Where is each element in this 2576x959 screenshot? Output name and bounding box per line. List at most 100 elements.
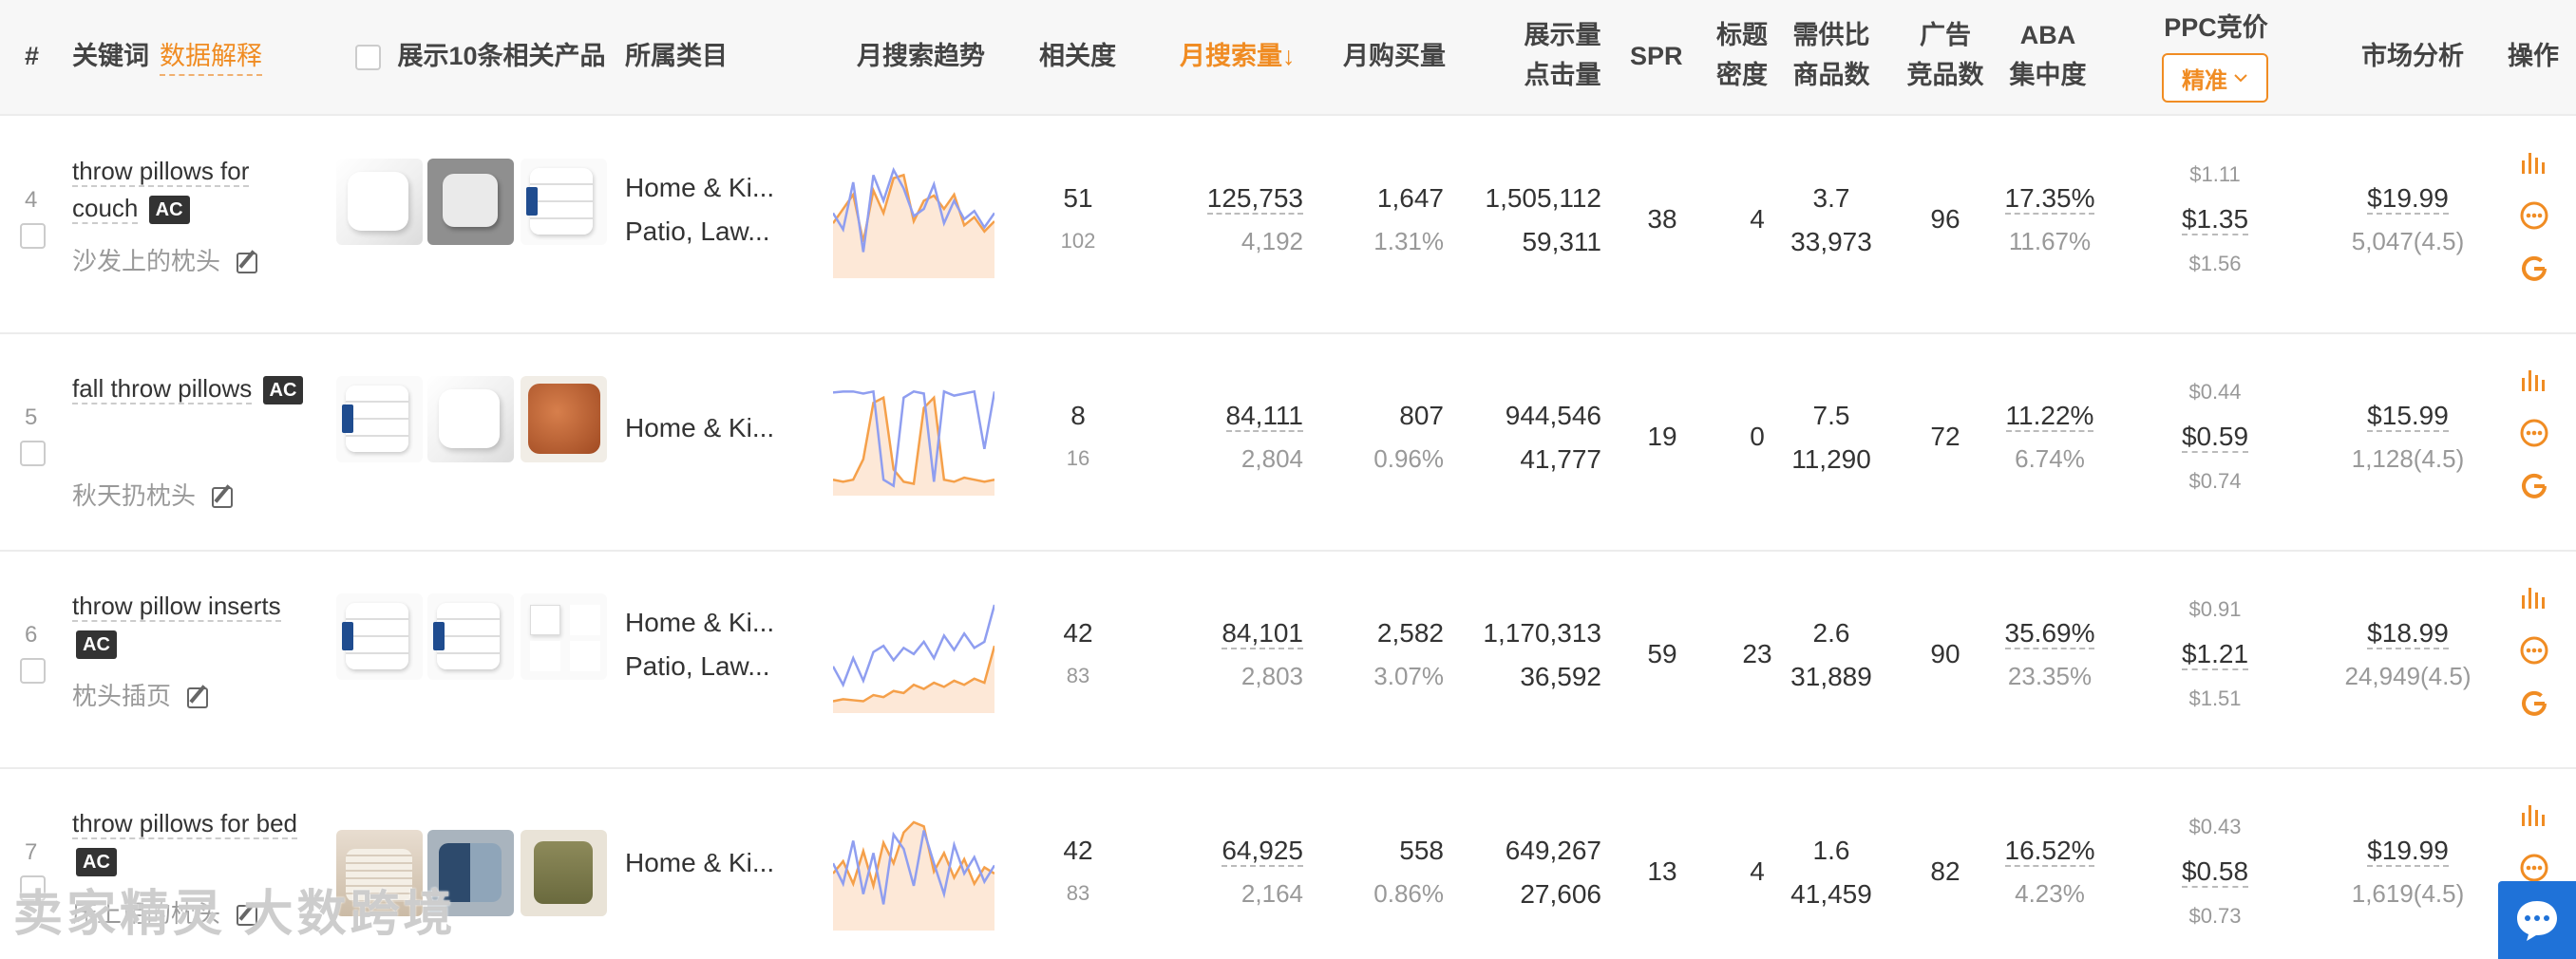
ad-products-value: 96 xyxy=(1930,204,1960,234)
row-checkbox[interactable] xyxy=(20,223,46,249)
google-icon[interactable] xyxy=(2519,688,2549,719)
edit-icon[interactable] xyxy=(237,253,258,274)
purchase-rate: 3.07% xyxy=(1373,662,1444,690)
col-aba-header[interactable]: ABA xyxy=(2008,17,2088,53)
col-ad-header[interactable]: 广告 xyxy=(1905,17,1985,53)
product-thumbnail[interactable] xyxy=(521,376,607,462)
purchase-value: 807 xyxy=(1399,401,1444,430)
search-trend-chart[interactable] xyxy=(833,382,994,496)
product-thumbnail[interactable] xyxy=(336,376,423,462)
col-concentration-header[interactable]: 集中度 xyxy=(2008,57,2088,93)
table-row: 5 fall throw pillows AC 秋天扔枕头 Home & Ki.… xyxy=(0,334,2576,552)
search-volume-value[interactable]: 84,111 xyxy=(1168,401,1303,432)
more-icon[interactable] xyxy=(2519,853,2549,883)
price-value[interactable]: $18.99 xyxy=(2318,618,2498,649)
col-impressions-header[interactable]: 展示量 xyxy=(1520,17,1605,53)
relevance-sub: 83 xyxy=(1066,664,1090,687)
purchase-value: 2,582 xyxy=(1376,618,1444,648)
ppc-mid[interactable]: $1.21 xyxy=(2158,639,2272,670)
data-explain-link[interactable]: 数据解释 xyxy=(160,38,262,76)
bar-chart-icon[interactable] xyxy=(2519,365,2549,395)
aba-value[interactable]: 16.52% xyxy=(1997,836,2103,867)
more-icon[interactable] xyxy=(2519,200,2549,231)
category-item: Home & Ki... xyxy=(625,413,775,442)
search-volume-value[interactable]: 125,753 xyxy=(1168,183,1303,215)
title-density-value: 4 xyxy=(1750,856,1765,886)
trend-area xyxy=(833,175,994,278)
row-index: 4 xyxy=(25,187,38,213)
purchase-rate: 1.31% xyxy=(1373,227,1444,255)
ac-badge: AC xyxy=(76,630,117,660)
keyword-text[interactable]: throw pillow inserts xyxy=(72,592,281,622)
ppc-mid[interactable]: $0.58 xyxy=(2158,856,2272,888)
bar-chart-icon[interactable] xyxy=(2519,582,2549,612)
aba-value[interactable]: 35.69% xyxy=(1997,618,2103,649)
aba-text: 35.69% xyxy=(2004,618,2095,649)
spr-value: 38 xyxy=(1647,204,1677,234)
price-value[interactable]: $19.99 xyxy=(2318,836,2498,867)
edit-icon[interactable] xyxy=(212,487,234,509)
product-thumbnail[interactable] xyxy=(427,593,514,680)
more-icon[interactable] xyxy=(2519,418,2549,448)
title-density-value: 23 xyxy=(1742,639,1772,668)
ppc-mid[interactable]: $0.59 xyxy=(2158,422,2272,453)
aba-value[interactable]: 17.35% xyxy=(1997,183,2103,215)
col-product-count-header[interactable]: 商品数 xyxy=(1791,57,1871,93)
relevance-sub: 102 xyxy=(1060,229,1096,253)
search-volume-text: 64,925 xyxy=(1222,836,1303,867)
col-ad-products-header[interactable]: 竞品数 xyxy=(1905,57,1985,93)
relevance-value: 51 xyxy=(1063,183,1093,213)
product-thumbnail[interactable] xyxy=(336,159,423,245)
col-relevance-header[interactable]: 相关度 xyxy=(1039,38,1116,74)
price-value[interactable]: $15.99 xyxy=(2318,401,2498,432)
search-trend-chart[interactable] xyxy=(833,164,994,278)
product-thumbnail[interactable] xyxy=(427,376,514,462)
product-thumbnail[interactable] xyxy=(427,159,514,245)
col-search-volume-header[interactable]: 月搜索量↓ xyxy=(1180,38,1296,74)
show-products-checkbox[interactable] xyxy=(355,45,381,71)
keyword-text[interactable]: throw pillows for bed xyxy=(72,809,297,839)
product-thumbnail[interactable] xyxy=(521,830,607,916)
col-title-header[interactable]: 标题 xyxy=(1714,17,1771,53)
edit-icon[interactable] xyxy=(187,687,209,709)
col-supply-demand-header[interactable]: 需供比 xyxy=(1791,17,1871,53)
aba-text: 11.22% xyxy=(2005,401,2094,432)
more-icon[interactable] xyxy=(2519,635,2549,666)
product-thumbnail[interactable] xyxy=(521,159,607,245)
aba-sub: 23.35% xyxy=(2007,662,2093,690)
google-icon[interactable] xyxy=(2519,254,2549,284)
bar-chart-icon[interactable] xyxy=(2519,147,2549,178)
ppc-mode-dropdown[interactable]: 精准 xyxy=(2162,53,2268,103)
row-checkbox[interactable] xyxy=(20,658,46,684)
row-checkbox[interactable] xyxy=(20,441,46,466)
keyword-cell[interactable]: throw pillow inserts AC xyxy=(72,588,310,662)
ppc-mid[interactable]: $1.35 xyxy=(2158,204,2272,235)
ppc-mid-text: $1.21 xyxy=(2181,639,2249,670)
price-value[interactable]: $19.99 xyxy=(2318,183,2498,215)
google-icon[interactable] xyxy=(2519,471,2549,501)
chat-button[interactable] xyxy=(2498,881,2576,959)
search-trend-chart[interactable] xyxy=(833,599,994,713)
aba-sub: 4.23% xyxy=(2015,879,2085,908)
relevance-value: 42 xyxy=(1063,836,1093,865)
show-products-label: 展示10条相关产品 xyxy=(397,42,606,70)
keyword-text[interactable]: fall throw pillows xyxy=(72,374,253,404)
aba-value[interactable]: 11.22% xyxy=(1997,401,2103,432)
product-thumbnail[interactable] xyxy=(336,593,423,680)
reviews-value: 24,949(4.5) xyxy=(2344,662,2472,690)
aba-text: 17.35% xyxy=(2004,183,2095,215)
ac-badge: AC xyxy=(148,196,190,225)
product-thumbnail[interactable] xyxy=(521,593,607,680)
keyword-cell[interactable]: throw pillows for bed AC xyxy=(72,805,310,879)
col-clicks-header[interactable]: 点击量 xyxy=(1520,57,1605,93)
keyword-cell[interactable]: throw pillows for couch AC xyxy=(72,153,310,227)
bar-chart-icon[interactable] xyxy=(2519,799,2549,830)
col-spr-header[interactable]: SPR xyxy=(1630,38,1683,74)
search-trend-chart[interactable] xyxy=(833,817,994,931)
show-products-toggle[interactable]: 展示10条相关产品 xyxy=(355,38,606,74)
search-volume-value[interactable]: 84,101 xyxy=(1168,618,1303,649)
col-density-header[interactable]: 密度 xyxy=(1714,57,1771,93)
col-purchase-header[interactable]: 月购买量 xyxy=(1343,38,1446,74)
search-volume-value[interactable]: 64,925 xyxy=(1168,836,1303,867)
keyword-cell[interactable]: fall throw pillows AC xyxy=(72,370,310,407)
